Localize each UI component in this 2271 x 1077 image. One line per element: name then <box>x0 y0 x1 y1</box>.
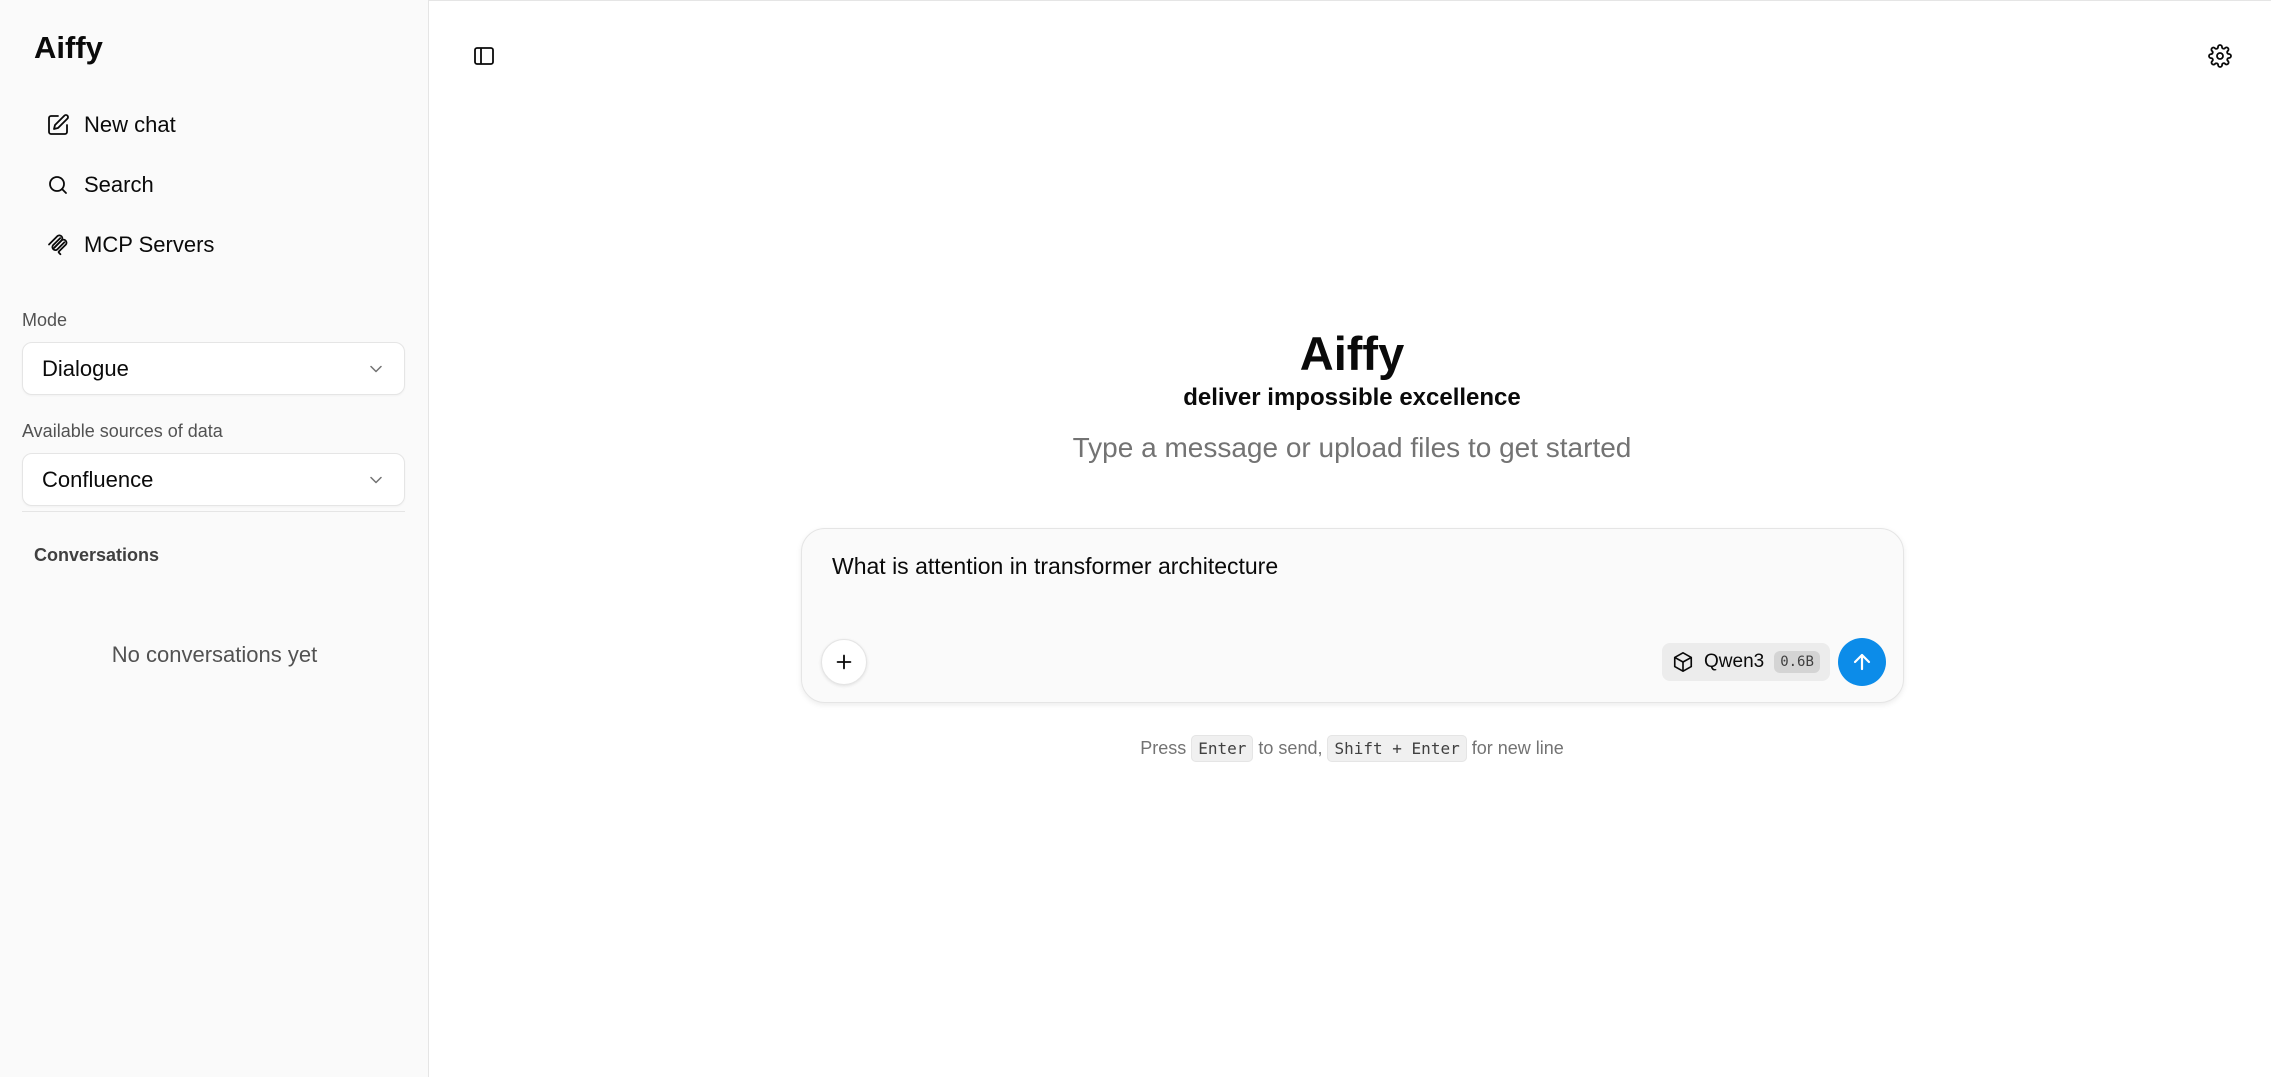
chevron-down-icon <box>370 365 382 372</box>
new-chat-label: New chat <box>84 112 176 137</box>
sources-value: Confluence <box>42 466 154 492</box>
mcp-servers-button[interactable]: MCP Servers <box>34 221 404 269</box>
no-conversations-text: No conversations yet <box>111 642 318 667</box>
shift-enter-key: Shift + Enter <box>1327 735 1467 762</box>
new-chat-button[interactable]: New chat <box>34 101 404 149</box>
app-window: Aiffy New chat Search MCP Servers Mode D… <box>0 0 2271 1077</box>
for-new-line-text: for new line <box>1471 738 1564 758</box>
edit-icon <box>48 114 69 135</box>
model-size-badge: 0.6B <box>1774 651 1820 673</box>
model-selector[interactable]: Qwen3 0.6B <box>1662 643 1830 681</box>
cube-icon <box>1673 652 1693 672</box>
brand-title: Aiffy <box>34 30 103 65</box>
sources-select[interactable]: Confluence <box>22 453 405 506</box>
plus-icon <box>836 654 852 670</box>
toggle-sidebar-button[interactable] <box>464 36 504 76</box>
search-icon <box>49 176 67 194</box>
hero-subtitle: deliver impossible excellence <box>1183 384 1521 411</box>
mode-label: Mode <box>22 310 68 330</box>
sidebar-toggle-icon <box>474 47 494 65</box>
top-border <box>429 0 2271 1</box>
mcp-icon <box>48 234 68 256</box>
to-send-text: to send, <box>1258 738 1323 758</box>
model-name: Qwen3 <box>1704 651 1765 672</box>
mode-select[interactable]: Dialogue <box>22 342 405 395</box>
send-button[interactable] <box>1838 638 1886 686</box>
mcp-servers-label: MCP Servers <box>84 232 215 257</box>
search-label: Search <box>84 172 154 197</box>
sidebar: Aiffy New chat Search MCP Servers Mode D… <box>0 0 429 1077</box>
hero-hint: Type a message or upload files to get st… <box>1072 432 1632 463</box>
message-composer: Qwen3 0.6B <box>801 528 1904 703</box>
message-input[interactable] <box>832 553 1872 580</box>
gear-icon <box>2208 44 2232 68</box>
shortcut-hint: Press Enter to send, Shift + Enter for n… <box>960 735 1744 762</box>
sources-label: Available sources of data <box>22 421 223 441</box>
settings-button[interactable] <box>2200 36 2240 76</box>
sidebar-divider <box>22 511 405 512</box>
arrow-up-icon <box>1853 653 1871 671</box>
enter-key: Enter <box>1191 735 1254 762</box>
attach-button[interactable] <box>821 639 867 685</box>
search-button[interactable]: Search <box>34 161 404 209</box>
chevron-down-icon <box>370 476 382 483</box>
mode-value: Dialogue <box>42 355 129 381</box>
hero-title: Aiffy <box>1299 327 1405 380</box>
conversations-label: Conversations <box>34 545 160 565</box>
press-text: Press <box>1140 738 1187 758</box>
